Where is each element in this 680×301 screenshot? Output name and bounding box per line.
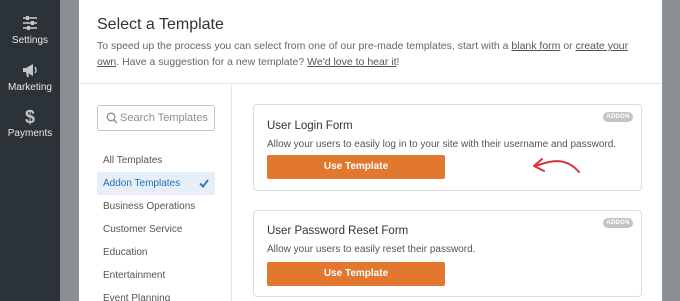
sliders-icon [23,16,37,30]
sidebar-item-label: Settings [11,35,49,46]
checkmark-icon [199,179,209,188]
category-sidebar: All Templates Addon Templates Business O… [79,85,232,301]
template-description: Allow your users to easily log in to you… [267,139,617,150]
category-label: Addon Templates [103,178,181,189]
blank-form-link[interactable]: blank form [511,40,560,52]
use-template-button[interactable]: Use Template [267,155,445,179]
category-education[interactable]: Education [97,241,215,264]
sidebar-item-marketing[interactable]: Marketing [0,61,60,93]
suggest-template-link[interactable]: We'd love to hear it [307,56,396,68]
category-business-operations[interactable]: Business Operations [97,195,215,218]
dollar-icon: $ [25,107,35,125]
sidebar-item-settings[interactable]: Settings [0,14,60,46]
template-description: Allow your users to easily reset their p… [267,244,476,255]
category-all-templates[interactable]: All Templates [97,149,215,172]
desc-text: . Have a suggestion for a new template? [116,56,308,68]
addon-badge: ADDON [603,112,633,122]
megaphone-icon [23,64,37,77]
desc-text: To speed up the process you can select f… [97,40,512,52]
template-modal: Select a Template To speed up the proces… [79,0,662,301]
desc-text: ! [396,56,400,68]
annotation-arrow-icon [533,158,580,173]
modal-description: To speed up the process you can select f… [97,38,642,70]
template-title: User Password Reset Form [267,225,409,237]
category-list: All Templates Addon Templates Business O… [97,149,215,301]
category-label: Event Planning [103,293,171,301]
search-box [97,105,215,131]
category-label: All Templates [103,155,163,166]
sidebar-item-payments[interactable]: $ Payments [0,107,60,139]
category-event-planning[interactable]: Event Planning [97,287,215,301]
category-customer-service[interactable]: Customer Service [97,218,215,241]
template-title: User Login Form [267,120,353,132]
search-icon [106,112,118,124]
modal-header: Select a Template To speed up the proces… [79,0,662,84]
category-addon-templates[interactable]: Addon Templates [97,172,215,195]
category-entertainment[interactable]: Entertainment [97,264,215,287]
modal-title: Select a Template [97,16,224,33]
template-card[interactable]: ADDON User Login Form Allow your users t… [253,104,642,191]
category-label: Customer Service [103,224,183,235]
desc-text: or [560,40,576,52]
category-label: Business Operations [103,201,196,212]
category-label: Education [103,247,148,258]
svg-text:$: $ [25,107,35,125]
addon-badge: ADDON [603,218,633,228]
sidebar-item-label: Payments [7,128,53,139]
sidebar-item-label: Marketing [8,82,52,93]
category-label: Entertainment [103,270,166,281]
search-input[interactable] [120,109,212,127]
use-template-button[interactable]: Use Template [267,262,445,286]
template-card[interactable]: ADDON User Password Reset Form Allow you… [253,210,642,297]
admin-sidebar: Settings Marketing $ Payments [0,0,60,301]
